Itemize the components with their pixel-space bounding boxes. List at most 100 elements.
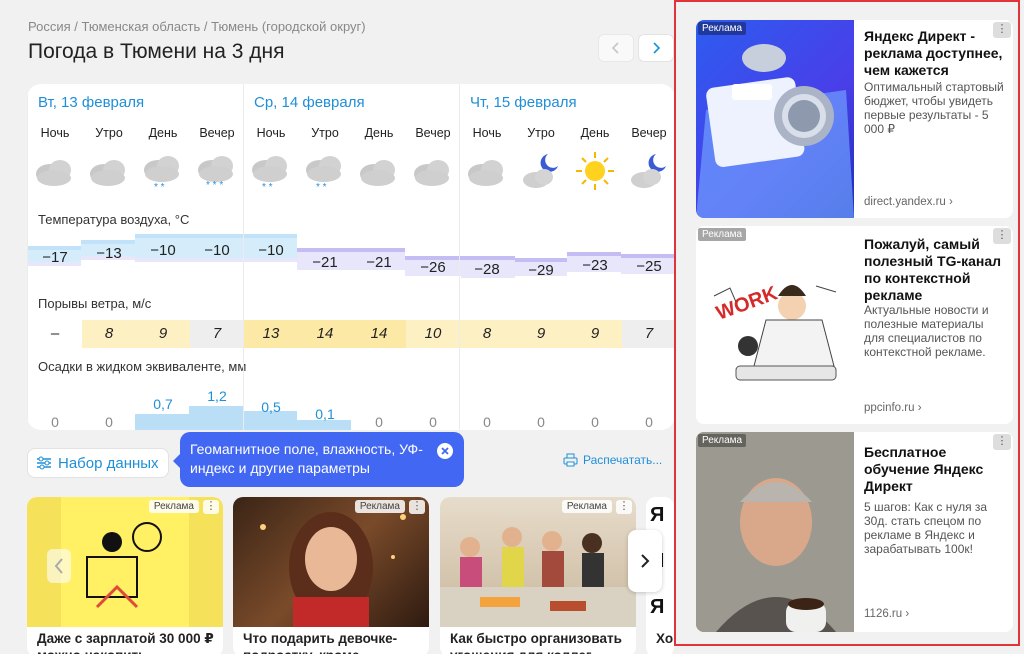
close-icon[interactable] (436, 442, 454, 460)
carousel-next-button[interactable] (628, 530, 662, 592)
temperature-value: −28 (474, 261, 500, 278)
period-label: Вечер (631, 126, 667, 140)
cloud-icon (90, 160, 125, 186)
temperature-value: −17 (42, 249, 68, 266)
photo-image (260, 512, 406, 627)
precip-value: 0 (105, 414, 113, 430)
chevron-left-icon (611, 42, 619, 54)
cloud-icon (360, 160, 395, 186)
ad-source[interactable]: direct.yandex.ru › (864, 196, 953, 208)
wind-value: 9 (514, 320, 568, 348)
cloud-icon (414, 160, 449, 186)
yandex-direct-illustration (696, 44, 854, 218)
dataset-button-label: Набор данных (58, 454, 159, 472)
ad-source[interactable]: 1126.ru › (864, 608, 909, 620)
precip-value: 0 (51, 414, 59, 430)
ad-description: 5 шагов: Как с нуля за 30д. стать спецом… (864, 500, 988, 556)
svg-text:* *: * * (316, 182, 327, 192)
period-label: День (364, 126, 394, 140)
ad-source-label: direct.yandex.ru (864, 196, 946, 208)
carousel-prev-icon[interactable] (47, 549, 71, 583)
ad-description: Оптимальный стартовый бюджет, чтобы увид… (864, 80, 1004, 136)
cloud-snow-icon: * * (306, 156, 341, 192)
precip-value: 0,7 (153, 396, 173, 412)
ad-image (696, 432, 854, 632)
ad-card[interactable]: WORK Реклама ⋮ Пожалуй, самый полезный T… (696, 226, 1013, 424)
svg-text:* *: * * (262, 182, 273, 192)
wind-label: Порывы ветра, м/с (38, 296, 152, 311)
wind-value: 8 (82, 320, 136, 348)
wind-value: 7 (190, 320, 244, 348)
wind-value: 9 (568, 320, 622, 348)
temperature-value: −21 (366, 254, 392, 271)
page-title: Погода в Тюмени на 3 дня (28, 40, 285, 63)
wind-value: 14 (298, 320, 352, 348)
ad-tag: Реклама (148, 500, 199, 513)
temperature-value: −10 (258, 242, 284, 259)
moon-cloud-icon (631, 154, 666, 188)
period-label: Утро (95, 126, 123, 140)
news-card[interactable]: Реклама ⋮ Как быстро организовать угощен… (440, 497, 636, 654)
news-card[interactable]: Реклама ⋮ Что подарить девочке-подростку… (233, 497, 429, 654)
cloud-snow-icon: * * * (198, 156, 233, 191)
ad-source[interactable]: ppcinfo.ru › (864, 402, 922, 414)
forecast-card: Вт, 13 февраля Ночь Утро День Вечер * * … (27, 84, 675, 430)
precip-label: Осадки в жидком эквиваленте, мм (38, 359, 247, 374)
ad-card[interactable]: Реклама ⋮ Яндекс Директ - реклама доступ… (696, 20, 1013, 218)
temperature-value: −10 (204, 242, 230, 259)
wind-value: – (50, 325, 60, 342)
news-title: Даже с зарплатой 30 000 ₽ можно накопить (37, 631, 214, 654)
sun-icon (576, 152, 614, 190)
ad-description: Актуальные новости и полезные материалы … (864, 303, 989, 359)
period-label: Вечер (199, 126, 235, 140)
day-column: Чт, 15 февраля Ночь Утро День Вечер −28 … (459, 84, 675, 430)
precip-value: 1,2 (207, 388, 227, 404)
precip-value: 0 (375, 414, 383, 430)
portrait-photo (696, 432, 854, 632)
day-title[interactable]: Вт, 13 февраля (38, 94, 144, 111)
ad-title[interactable]: Пожалуй, самый полезный TG-канал по конт… (864, 236, 1004, 304)
wind-value: 14 (352, 320, 406, 348)
chevron-right-icon (641, 554, 650, 568)
news-card[interactable]: Реклама ⋮ Даже с зарплатой 30 000 ₽ можн… (27, 497, 223, 654)
wind-value: 13 (244, 320, 298, 348)
ad-source-label: ppcinfo.ru (864, 402, 915, 414)
ad-title[interactable]: Яндекс Директ - реклама доступнее, чем к… (864, 28, 1004, 79)
period-label: Ночь (472, 126, 502, 140)
more-icon[interactable]: ⋮ (203, 500, 219, 514)
next-button[interactable] (638, 34, 674, 62)
print-link[interactable]: Распечатать... (563, 453, 662, 467)
precip-value: 0 (645, 414, 653, 430)
period-label: День (580, 126, 610, 140)
tooltip-text: Геомагнитное поле, влажность, УФ-индекс … (190, 441, 423, 476)
day-title[interactable]: Чт, 15 февраля (470, 94, 577, 111)
ad-image-text: WORK (713, 282, 781, 325)
day-title[interactable]: Ср, 14 февраля (254, 94, 365, 111)
period-label: Утро (527, 126, 555, 140)
more-icon[interactable]: ⋮ (409, 500, 425, 514)
temperature-label: Температура воздуха, °С (38, 212, 190, 227)
breadcrumb[interactable]: Россия / Тюменская область / Тюмень (гор… (28, 19, 366, 34)
wind-value: 8 (460, 320, 514, 348)
more-icon[interactable]: ⋮ (616, 500, 632, 514)
ad-image: WORK (696, 226, 854, 424)
wind-value: 9 (136, 320, 190, 348)
temperature-value: −23 (582, 257, 608, 274)
temperature-value: −25 (636, 258, 662, 275)
ad-card[interactable]: Реклама ⋮ Бесплатное обучение Яндекс Дир… (696, 432, 1013, 632)
dataset-button[interactable]: Набор данных (27, 448, 169, 478)
precip-value: 0 (591, 414, 599, 430)
svg-text:Я: Я (650, 596, 664, 618)
prev-button[interactable] (598, 34, 634, 62)
ad-source-label: 1126.ru (864, 608, 903, 620)
ad-title[interactable]: Бесплатное обучение Яндекс Директ (864, 444, 1004, 495)
news-title: Хо (656, 631, 674, 646)
period-label: Утро (311, 126, 339, 140)
tooltip: Геомагнитное поле, влажность, УФ-индекс … (173, 432, 464, 487)
day-column: Вт, 13 февраля Ночь Утро День Вечер * * … (27, 84, 247, 430)
svg-text:Я: Я (650, 504, 664, 526)
ad-panel: Реклама ⋮ Яндекс Директ - реклама доступ… (674, 0, 1020, 646)
precip-value: 0,5 (261, 399, 281, 415)
cloud-icon (468, 160, 503, 186)
news-title: Как быстро организовать угощения для кол… (450, 631, 622, 654)
